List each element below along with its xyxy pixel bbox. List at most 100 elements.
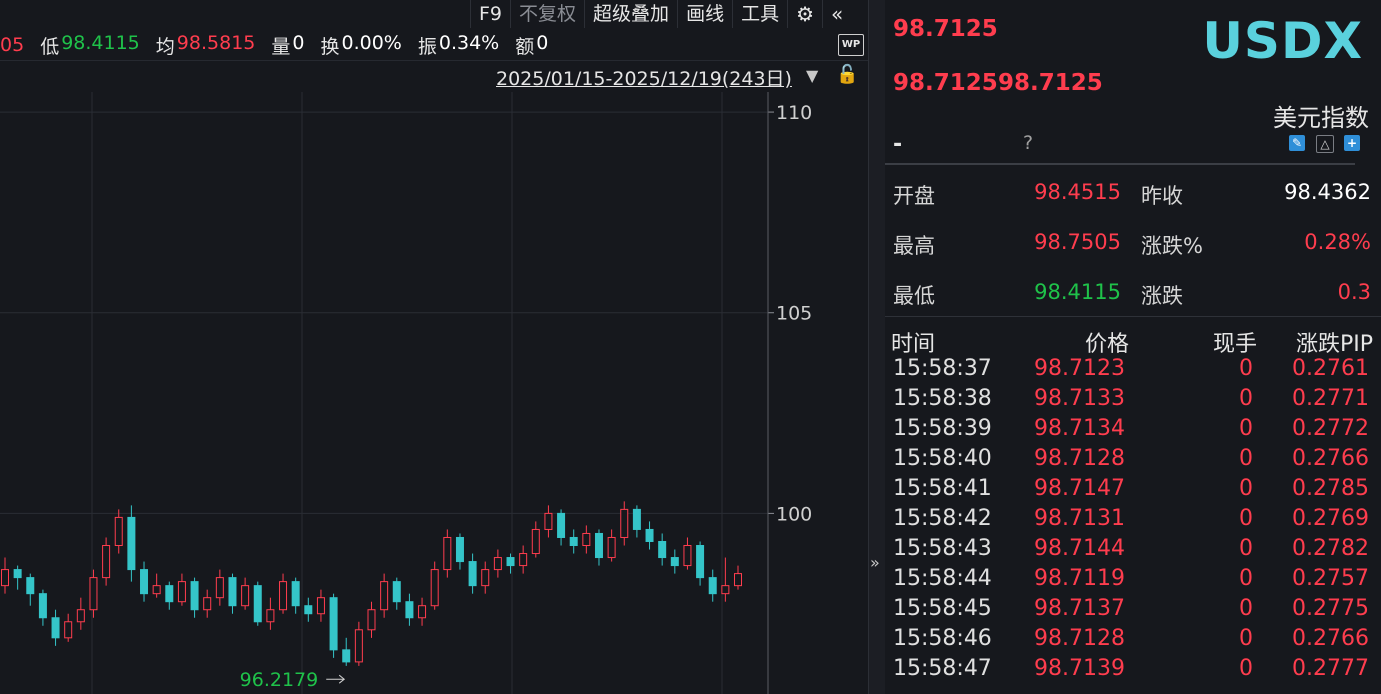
candlestick-plot[interactable]: 110 105 100 96.2179 (0, 92, 868, 694)
tick-price: 98.7123 (1034, 356, 1125, 381)
draw-line-button[interactable]: 画线 (677, 0, 732, 28)
candle-body (253, 585, 262, 623)
quote-label: 最高 (893, 234, 935, 258)
candle-body (670, 557, 679, 567)
overlay-button[interactable]: 超级叠加 (584, 0, 677, 28)
tick-pip: 0.2766 (1292, 446, 1369, 471)
divider-line (885, 163, 1355, 165)
tick-pip: 0.2757 (1292, 566, 1369, 591)
caret-down-icon[interactable]: ▼ (806, 66, 818, 85)
tick-time: 15:58:46 (893, 626, 992, 651)
candle-body (380, 581, 389, 611)
time-header: 时间 (891, 332, 936, 357)
candle-body (1, 569, 9, 587)
candle-body (418, 605, 427, 619)
tick-row: 15:58:45 98.7137 0 0.2775 (893, 596, 1369, 626)
tick-row: 15:58:37 98.7123 0 0.2761 (893, 356, 1369, 386)
candle-body (721, 585, 730, 595)
volume-value: 0 (292, 31, 305, 54)
low-label: 低 (40, 35, 60, 58)
tick-volume: 0 (1239, 656, 1253, 681)
candle-body (455, 536, 464, 563)
candle-body (342, 649, 351, 663)
help-question-icon[interactable]: ? (1023, 132, 1033, 154)
candle-body (481, 569, 490, 587)
high-value-partial: 05 (0, 34, 25, 56)
candle-body (51, 617, 60, 639)
amount-value: 0 (536, 31, 549, 54)
tick-price: 98.7147 (1034, 476, 1125, 501)
candle-body (519, 553, 528, 567)
quote-label: 最低 (893, 284, 935, 308)
tick-price: 98.7137 (1034, 596, 1125, 621)
wp-icon[interactable]: WP (838, 34, 864, 56)
last-price: 98.7125 (893, 16, 998, 42)
quote-value: 98.4115 (1034, 280, 1121, 304)
turnover-value: 0.00% (341, 31, 402, 54)
tick-price: 98.7139 (1034, 656, 1125, 681)
candle-body (152, 585, 161, 595)
quote-row: 最高 98.7505 涨跌% 0.28% (893, 230, 1371, 270)
low-value: 98.4115 (61, 31, 140, 54)
turnover-label: 换 (320, 35, 340, 58)
quote-value: 0.28% (1304, 230, 1371, 254)
candle-body (140, 569, 149, 595)
candle-body (645, 528, 654, 542)
tick-row: 15:58:43 98.7144 0 0.2782 (893, 536, 1369, 566)
quote-value: 98.4515 (1034, 180, 1121, 204)
candle-body (241, 585, 250, 607)
tick-row: 15:58:40 98.7128 0 0.2766 (893, 446, 1369, 476)
kline-chart-area[interactable]: F9 不复权 超级叠加 画线 工具 ⚙ « 05 低 98.4115 均 98.58… (0, 0, 868, 694)
expand-chevron-icon[interactable]: » (870, 553, 880, 572)
candle-body (468, 561, 477, 587)
min-price-label: 96.2179 (240, 669, 319, 691)
tick-row: 15:58:46 98.7128 0 0.2766 (893, 626, 1369, 656)
candle-body (215, 577, 224, 599)
unlock-icon[interactable]: 🔓 (836, 64, 858, 85)
candle-body (329, 597, 338, 651)
candle-body (190, 581, 199, 611)
avg-value: 98.5815 (176, 31, 256, 54)
tick-pip: 0.2785 (1292, 476, 1369, 501)
f9-button[interactable]: F9 (470, 0, 510, 28)
tick-price: 98.7119 (1034, 566, 1125, 591)
tick-pip: 0.2775 (1292, 596, 1369, 621)
candle-body (632, 508, 641, 530)
candle-body (658, 540, 667, 559)
tick-price: 98.7128 (1034, 626, 1125, 651)
tick-pip: 0.2771 (1292, 386, 1369, 411)
settings-gear-icon[interactable]: ⚙ (787, 0, 822, 28)
price-info-bar: 05 低 98.4115 均 98.5815 量0 换 0.00% 振 0.34% 额0 (0, 30, 868, 61)
quote-value: 98.7505 (1034, 230, 1121, 254)
candle-body (531, 528, 540, 555)
candle-body (506, 557, 515, 567)
volume-label: 量 (271, 35, 291, 58)
tick-time: 15:58:44 (893, 566, 992, 591)
tick-price: 98.7133 (1034, 386, 1125, 411)
candle-body (443, 536, 452, 571)
tick-time: 15:58:38 (893, 386, 992, 411)
instrument-name: 美元指数 (1273, 104, 1369, 132)
ticks-header: 时间 价格 现手 涨跌PIP (891, 326, 1373, 357)
chart-toolbar: F9 不复权 超级叠加 画线 工具 ⚙ « (470, 0, 851, 28)
tick-pip: 0.2766 (1292, 626, 1369, 651)
pip-header: 涨跌PIP (1295, 332, 1373, 357)
avg-label: 均 (155, 35, 175, 58)
edit-pencil-icon[interactable]: ✎ (1289, 135, 1305, 151)
candle-body (582, 532, 591, 547)
candle-body (405, 601, 414, 619)
tools-button[interactable]: 工具 (732, 0, 787, 28)
alert-bell-icon[interactable]: △ (1316, 135, 1334, 153)
collapse-double-chevron-icon[interactable]: « (822, 0, 851, 28)
tick-row: 15:58:44 98.7119 0 0.2757 (893, 566, 1369, 596)
add-watchlist-icon[interactable]: + (1344, 135, 1360, 151)
fuquan-button[interactable]: 不复权 (510, 0, 584, 28)
candle-body (367, 609, 376, 631)
date-range-selector[interactable]: 2025/01/15-2025/12/19(243日) (496, 64, 792, 91)
amount-label: 额 (515, 35, 535, 58)
tick-volume: 0 (1239, 626, 1253, 651)
candle-body (696, 545, 705, 579)
tick-price: 98.7144 (1034, 536, 1125, 561)
candle-body (177, 581, 186, 603)
tick-time: 15:58:45 (893, 596, 992, 621)
